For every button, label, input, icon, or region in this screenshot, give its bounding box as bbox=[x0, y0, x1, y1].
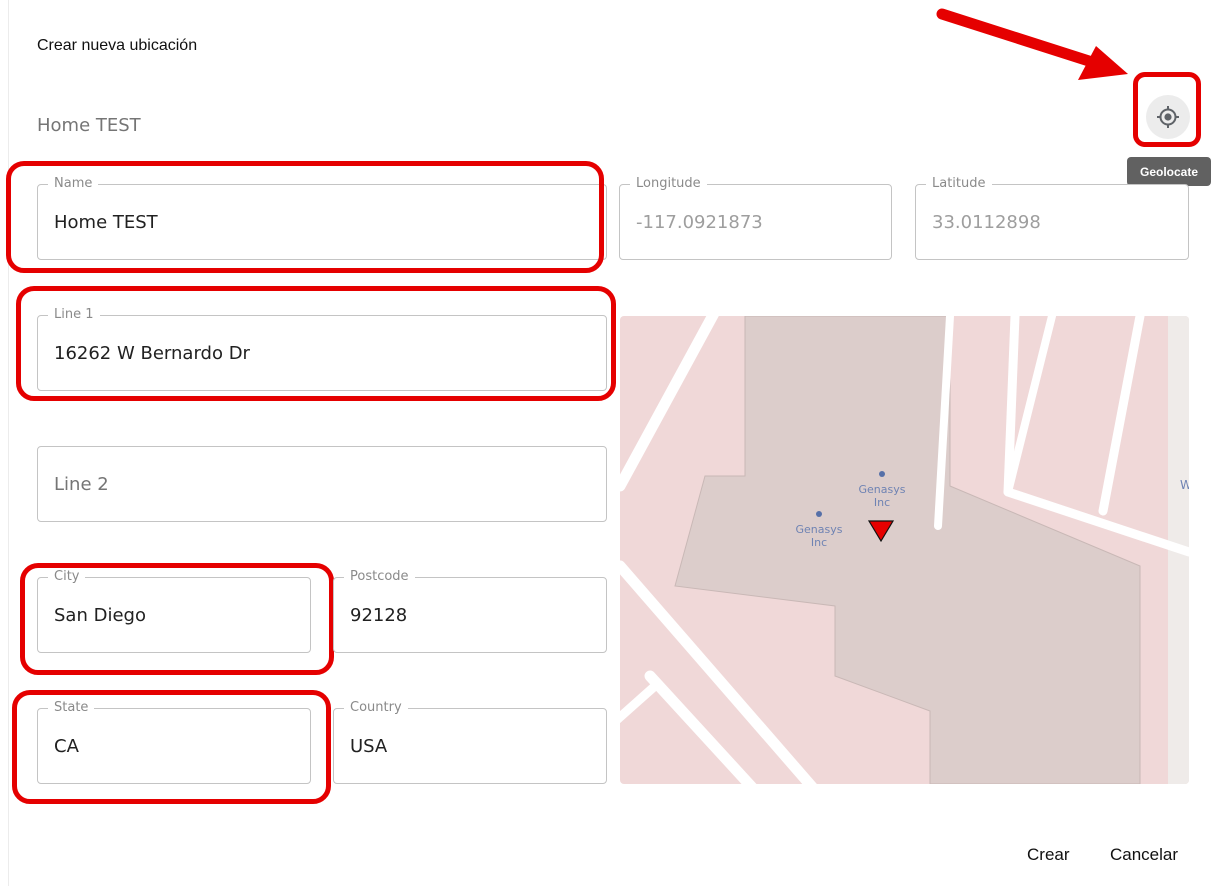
country-field[interactable]: Country USA bbox=[333, 700, 607, 784]
city-field[interactable]: City San Diego bbox=[37, 569, 311, 653]
my-location-icon bbox=[1157, 106, 1179, 128]
poi-dot-icon bbox=[816, 511, 822, 517]
poi-label-b1: Genasys bbox=[796, 523, 843, 536]
geolocate-tooltip: Geolocate bbox=[1127, 157, 1211, 186]
create-button[interactable]: Crear bbox=[1027, 845, 1070, 865]
map-canvas: Genasys Inc Genasys Inc W bbox=[620, 316, 1189, 784]
name-field[interactable]: Name Home TEST bbox=[37, 176, 607, 260]
latitude-value: 33.0112898 bbox=[932, 211, 1041, 233]
dialog-title: Crear nueva ubicación bbox=[37, 37, 198, 54]
geolocate-button[interactable] bbox=[1146, 95, 1190, 139]
postcode-value[interactable]: 92128 bbox=[350, 578, 407, 652]
dialog-edge bbox=[8, 0, 9, 886]
line1-value[interactable]: 16262 W Bernardo Dr bbox=[54, 316, 250, 390]
poi-label-a2: Inc bbox=[874, 496, 890, 509]
longitude-field[interactable]: Longitude -117.0921873 bbox=[619, 176, 892, 260]
name-value[interactable]: Home TEST bbox=[54, 185, 158, 259]
cancel-button[interactable]: Cancelar bbox=[1110, 845, 1178, 865]
poi-dot-icon bbox=[879, 471, 885, 477]
line2-field[interactable]: Line 2 bbox=[37, 446, 607, 522]
longitude-value: -117.0921873 bbox=[636, 211, 763, 233]
line2-placeholder[interactable]: Line 2 bbox=[54, 447, 109, 521]
city-value[interactable]: San Diego bbox=[54, 578, 146, 652]
map-view[interactable]: Genasys Inc Genasys Inc W bbox=[620, 316, 1189, 784]
latitude-field[interactable]: Latitude 33.0112898 bbox=[915, 176, 1189, 260]
country-value[interactable]: USA bbox=[350, 709, 387, 783]
line1-field[interactable]: Line 1 16262 W Bernardo Dr bbox=[37, 307, 607, 391]
state-field[interactable]: State CA bbox=[37, 700, 311, 784]
location-subtitle: Home TEST bbox=[37, 115, 141, 136]
map-edge-label: W bbox=[1180, 478, 1189, 492]
annotation-arrow bbox=[936, 8, 1128, 80]
poi-label-b2: Inc bbox=[811, 536, 827, 549]
poi-label-a1: Genasys bbox=[859, 483, 906, 496]
state-value[interactable]: CA bbox=[54, 709, 79, 783]
postcode-field[interactable]: Postcode 92128 bbox=[333, 569, 607, 653]
